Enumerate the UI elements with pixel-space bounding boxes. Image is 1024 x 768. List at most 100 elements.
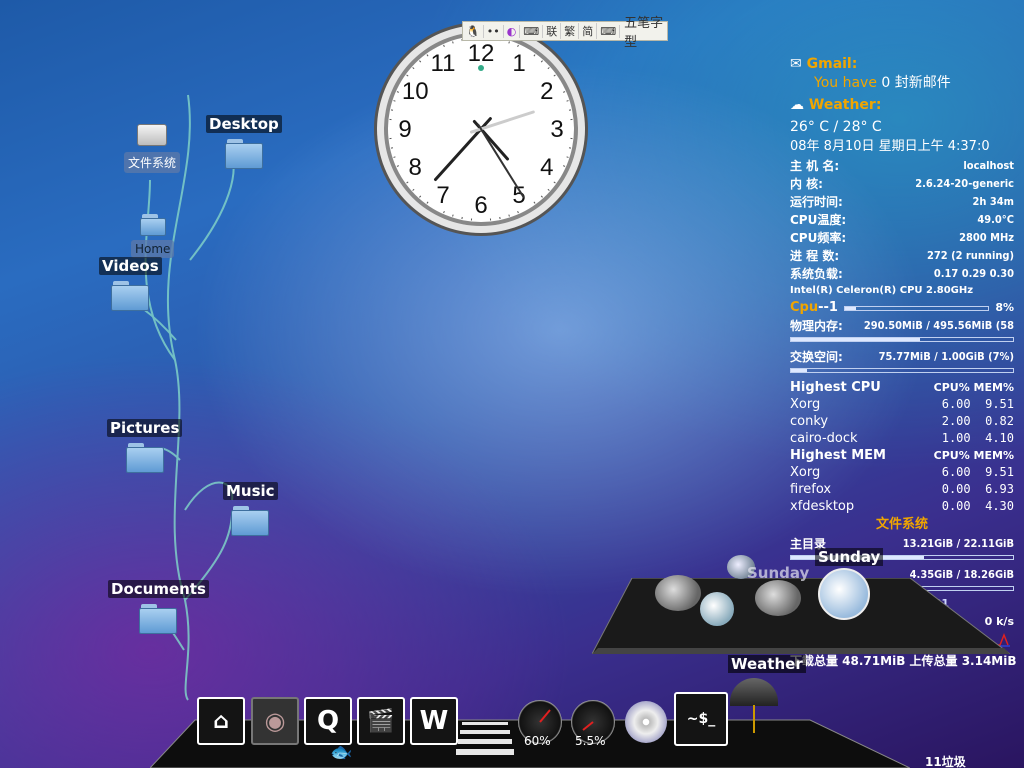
fish-icon[interactable]: 🐟 [330, 742, 352, 763]
clock-numeral: 1 [512, 50, 525, 77]
dock-quicktime-button[interactable]: Q [304, 697, 352, 745]
ram-line: 物理内存: 290.50MiB / 495.56MiB (58 [790, 317, 1014, 335]
input-method-toolbar[interactable]: 🐧 •• ◐ ⌨ 联 繁 简 ⌨ 五笔字型 [462, 16, 668, 50]
dock-files-button[interactable]: ⌂ [197, 697, 245, 745]
clock-tick [508, 214, 510, 217]
clock-numeral: 7 [436, 182, 449, 209]
process-mem: 6.93 [985, 482, 1014, 496]
desktop-icon-label: Documents [108, 580, 209, 598]
process-row: Xorg 6.00 9.51 [790, 464, 1014, 481]
fs-root-value: 13.21GiB / 22.11GiB [902, 537, 1014, 550]
system-info-value: 0.17 0.29 0.30 [933, 267, 1014, 280]
process-name: Xorg [790, 397, 821, 412]
dock-firefox-button[interactable]: ◉ [251, 697, 299, 745]
process-row: xfdesktop 0.00 4.30 [790, 498, 1014, 515]
system-info-key: 系统负载: [790, 267, 843, 281]
process-row: firefox 0.00 6.93 [790, 481, 1014, 498]
process-usage: 6.00 9.51 [942, 396, 1014, 413]
music-folder[interactable]: Music [223, 482, 278, 536]
top-cpu-header: Highest CPU CPU% MEM% [790, 379, 1014, 396]
process-cpu: 1.00 [941, 431, 971, 445]
system-info-row: 系统负载: 0.17 0.29 0.30 [790, 265, 1014, 283]
ram-value: 290.50MiB / 495.56MiB (58 [863, 319, 1014, 332]
dock-video-editor-button[interactable]: 🎬 [357, 697, 405, 745]
process-usage: 0.00 4.30 [942, 498, 1014, 515]
filesystem-icon[interactable]: 文件系统 [124, 124, 181, 173]
process-usage: 2.00 0.82 [942, 413, 1014, 430]
weather-day-label: Sunday [815, 548, 884, 566]
drive-icon [137, 124, 167, 146]
documents-folder[interactable]: Documents [108, 580, 209, 634]
clock-tick [566, 156, 569, 158]
pictures-folder[interactable]: Pictures [107, 419, 183, 473]
fan-button[interactable]: 繁 [561, 23, 580, 39]
gmail-status: You have 0 封新邮件 [790, 73, 1014, 93]
clock-marker [478, 65, 484, 71]
storm-cloud-icon [655, 575, 701, 611]
cpu-bar [843, 305, 990, 311]
home-folder[interactable]: Home [131, 214, 175, 258]
analog-clock[interactable]: 12 12 3 45678 9 1011 [372, 20, 590, 238]
process-usage: 6.00 9.51 [942, 464, 1014, 481]
ime-name[interactable]: 五笔字型 [620, 12, 667, 50]
swap-bar [790, 368, 1014, 373]
gmail-prefix: You have [814, 75, 877, 91]
system-info-row: 内 核: 2.6.24-20-generic [790, 175, 1014, 193]
system-info-row: 主 机 名: localhost [790, 157, 1014, 175]
process-name: cairo-dock [790, 431, 858, 446]
memory-gauge-value: 5.5% [575, 734, 606, 748]
clock-tick [566, 100, 569, 102]
top-mem-title: Highest MEM [790, 448, 886, 463]
process-usage: 0.00 6.93 [942, 481, 1014, 498]
weather-label: Weather: [808, 97, 882, 113]
keyboard-mode-icon[interactable]: ⌨ [520, 24, 544, 38]
lian-button[interactable]: 联 [543, 23, 562, 39]
firefox-icon: ◉ [264, 707, 286, 735]
dock-terminal-button[interactable]: ~$_ [674, 692, 728, 746]
process-name: firefox [790, 482, 832, 497]
ram-label: 物理内存: [790, 319, 843, 333]
system-info-key: 进 程 数: [790, 249, 840, 263]
weather-line: ☁ Weather: [790, 93, 1014, 117]
dock-writer-button[interactable]: W [410, 697, 458, 745]
clock-numeral: 9 [398, 116, 411, 143]
folder-icon [139, 604, 178, 634]
process-row: Xorg 6.00 9.51 [790, 396, 1014, 413]
process-mem: 4.30 [985, 499, 1014, 513]
process-cpu: 0.00 [941, 499, 971, 513]
home-icon [139, 214, 166, 236]
swap-line: 交换空间: 75.77MiB / 1.00GiB (7%) [790, 348, 1014, 366]
trash-label[interactable]: 11垃圾 [925, 753, 966, 768]
top-mem-list: Xorg 6.00 9.51 firefox 0.00 6.93 xfdesktop 0.… [790, 464, 1014, 515]
cpu-label: Cpu [790, 300, 819, 315]
cpu-model: Intel(R) Celeron(R) CPU 2.80GHz [790, 285, 974, 296]
system-info-key: 主 机 名: [790, 159, 840, 173]
videos-folder[interactable]: Videos [99, 257, 162, 311]
process-name: conky [790, 414, 829, 429]
system-info-key: CPU温度: [790, 213, 847, 227]
jian-button[interactable]: 简 [579, 23, 598, 39]
clock-numeral: 6 [474, 192, 487, 219]
keyboard-icon[interactable]: ⌨ [597, 24, 621, 38]
clapper-icon: 🎬 [367, 708, 395, 734]
snow-globe-icon [818, 568, 870, 620]
penguin-icon[interactable]: 🐧 [463, 24, 484, 38]
desktop-icon-label: 文件系统 [124, 152, 181, 173]
desktop-folder[interactable]: Desktop [206, 115, 282, 169]
cpu-id: --1 [818, 300, 838, 315]
filesystem-header: 文件系统 [875, 517, 928, 532]
ram-bar [790, 337, 1014, 342]
gmail-suffix: 封新邮件 [894, 75, 951, 91]
clock-tick [393, 156, 396, 158]
clock-numeral: 12 [468, 40, 495, 67]
cd-icon[interactable] [625, 701, 667, 743]
clock-tick [508, 41, 510, 44]
temperature: 26° C / 28° C [790, 119, 882, 135]
system-info-row: CPU温度: 49.0°C [790, 211, 1014, 229]
process-mem: 9.51 [985, 397, 1014, 411]
dots-icon[interactable]: •• [484, 24, 504, 38]
system-info-value: 272 (2 running) [926, 249, 1014, 262]
column-header: CPU% MEM% [933, 381, 1014, 394]
top-mem-header: Highest MEM CPU% MEM% [790, 447, 1014, 464]
moon-icon[interactable]: ◐ [504, 24, 521, 38]
